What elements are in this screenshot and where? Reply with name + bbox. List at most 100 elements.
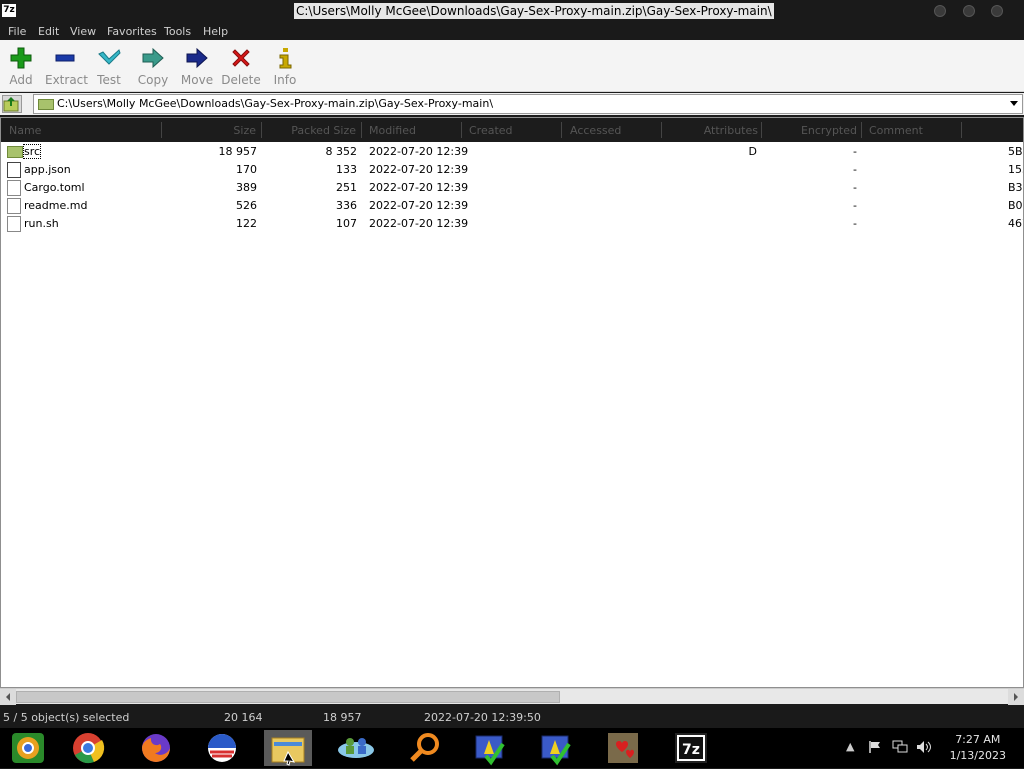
table-row[interactable]: Cargo.toml 389 251 2022-07-20 12:39 - B3… xyxy=(1,179,1023,197)
taskbar: 7z ▲ 7:27 AM 1/13/2023 xyxy=(0,728,1024,768)
table-row[interactable]: run.sh 122 107 2022-07-20 12:39 - 467 xyxy=(1,215,1023,233)
status-selected-size: 18 957 xyxy=(323,711,362,724)
folder-icon xyxy=(7,146,23,158)
hearts-game-icon[interactable] xyxy=(600,730,648,766)
file-name: app.json xyxy=(24,163,71,176)
folder-up-icon xyxy=(3,97,19,112)
clock-time: 7:27 AM xyxy=(955,733,1001,746)
system-clock[interactable]: 7:27 AM 1/13/2023 xyxy=(950,732,1006,764)
file-size: 18 957 xyxy=(218,145,258,158)
file-encrypted: - xyxy=(853,217,857,230)
title-bar: 7z C:\Users\Molly McGee\Downloads\Gay-Se… xyxy=(0,0,1024,22)
file-extra: 155 xyxy=(1008,163,1023,176)
minimize-button[interactable] xyxy=(934,5,946,17)
info-button[interactable]: Info xyxy=(265,46,305,87)
menu-view[interactable]: View xyxy=(70,25,96,38)
scroll-right-button[interactable] xyxy=(1008,689,1024,705)
7zip-icon[interactable]: 7z xyxy=(668,730,716,766)
column-comment[interactable]: Comment xyxy=(869,124,923,137)
info-icon xyxy=(279,48,292,69)
column-separator xyxy=(861,122,862,138)
status-selection: 5 / 5 object(s) selected xyxy=(3,711,130,724)
window-title: C:\Users\Molly McGee\Downloads\Gay-Sex-P… xyxy=(294,3,774,19)
chrome-icon[interactable] xyxy=(64,730,112,766)
x-icon xyxy=(232,49,250,67)
test-button[interactable]: Test xyxy=(89,46,129,87)
column-created[interactable]: Created xyxy=(469,124,513,137)
column-separator xyxy=(161,122,162,138)
column-separator xyxy=(461,122,462,138)
file-extra: B32 xyxy=(1008,181,1023,194)
status-total-size: 20 164 xyxy=(224,711,263,724)
file-extra: 5B9 xyxy=(1008,145,1023,158)
column-separator xyxy=(561,122,562,138)
firefox-icon[interactable] xyxy=(132,730,180,766)
column-header: Name Size Packed Size Modified Created A… xyxy=(1,118,1023,142)
obama-logo-icon[interactable] xyxy=(198,730,246,766)
delete-button[interactable]: Delete xyxy=(221,46,261,87)
file-modified: 2022-07-20 12:39 xyxy=(369,181,469,194)
chrome-os-icon[interactable] xyxy=(4,730,52,766)
table-row[interactable]: app.json 170 133 2022-07-20 12:39 - 155 xyxy=(1,161,1023,179)
file-manager-icon[interactable] xyxy=(264,730,312,766)
search-magnifier-icon[interactable] xyxy=(400,730,448,766)
file-size: 170 xyxy=(236,163,257,176)
menu-help[interactable]: Help xyxy=(203,25,228,38)
copy-button[interactable]: Copy xyxy=(133,46,173,87)
up-folder-button[interactable] xyxy=(2,95,22,113)
column-separator xyxy=(761,122,762,138)
file-name: Cargo.toml xyxy=(24,181,85,194)
file-size: 526 xyxy=(236,199,257,212)
menu-file[interactable]: File xyxy=(8,25,26,38)
maximize-button[interactable] xyxy=(963,5,975,17)
column-separator xyxy=(961,122,962,138)
address-bar: C:\Users\Molly McGee\Downloads\Gay-Sex-P… xyxy=(0,93,1024,115)
chevron-right-icon xyxy=(1014,693,1018,701)
column-separator xyxy=(661,122,662,138)
chevron-up-icon[interactable]: ▲ xyxy=(846,740,854,753)
close-button[interactable] xyxy=(991,5,1003,17)
menu-tools[interactable]: Tools xyxy=(164,25,191,38)
add-button[interactable]: Add xyxy=(1,46,41,87)
extract-button[interactable]: Extract xyxy=(45,46,88,87)
installer-check-icon[interactable] xyxy=(532,730,580,766)
flag-icon[interactable] xyxy=(868,740,882,754)
file-icon xyxy=(7,180,21,196)
scroll-left-button[interactable] xyxy=(0,689,16,705)
network-icon[interactable] xyxy=(892,740,908,754)
column-accessed[interactable]: Accessed xyxy=(570,124,621,137)
svg-text:7z: 7z xyxy=(682,742,700,758)
column-size[interactable]: Size xyxy=(201,124,256,137)
folder-icon xyxy=(38,99,54,110)
horizontal-scrollbar[interactable] xyxy=(0,688,1024,705)
file-name: readme.md xyxy=(24,199,88,212)
scrollbar-thumb[interactable] xyxy=(16,691,560,703)
status-modified: 2022-07-20 12:39:50 xyxy=(424,711,541,724)
column-packed-size[interactable]: Packed Size xyxy=(281,124,356,137)
file-modified: 2022-07-20 12:39 xyxy=(369,145,469,158)
chevron-down-icon[interactable] xyxy=(1010,101,1018,106)
speaker-icon[interactable] xyxy=(916,740,932,754)
network-people-icon[interactable] xyxy=(332,730,380,766)
move-button[interactable]: Move xyxy=(177,46,217,87)
file-modified: 2022-07-20 12:39 xyxy=(369,217,469,230)
menu-favorites[interactable]: Favorites xyxy=(107,25,157,38)
menu-edit[interactable]: Edit xyxy=(38,25,59,38)
column-attributes[interactable]: Attributes xyxy=(681,124,758,137)
plus-icon xyxy=(10,47,32,69)
table-row[interactable]: src 18 957 8 352 2022-07-20 12:39 D - 5B… xyxy=(1,143,1023,161)
toolbar: Add Extract Test Copy Move Delete Info xyxy=(0,40,1024,92)
file-attributes: D xyxy=(748,145,757,158)
copy-arrow-icon xyxy=(142,47,164,69)
file-packed-size: 107 xyxy=(336,217,357,230)
file-size: 389 xyxy=(236,181,257,194)
7zip-app-icon: 7z xyxy=(2,4,16,17)
table-row[interactable]: readme.md 526 336 2022-07-20 12:39 - B04 xyxy=(1,197,1023,215)
installer-icon[interactable] xyxy=(466,730,514,766)
column-modified[interactable]: Modified xyxy=(369,124,416,137)
column-name[interactable]: Name xyxy=(9,124,41,137)
address-field[interactable]: C:\Users\Molly McGee\Downloads\Gay-Sex-P… xyxy=(33,94,1023,114)
clock-date: 1/13/2023 xyxy=(949,749,1006,762)
column-encrypted[interactable]: Encrypted xyxy=(781,124,857,137)
move-arrow-icon xyxy=(186,47,208,69)
